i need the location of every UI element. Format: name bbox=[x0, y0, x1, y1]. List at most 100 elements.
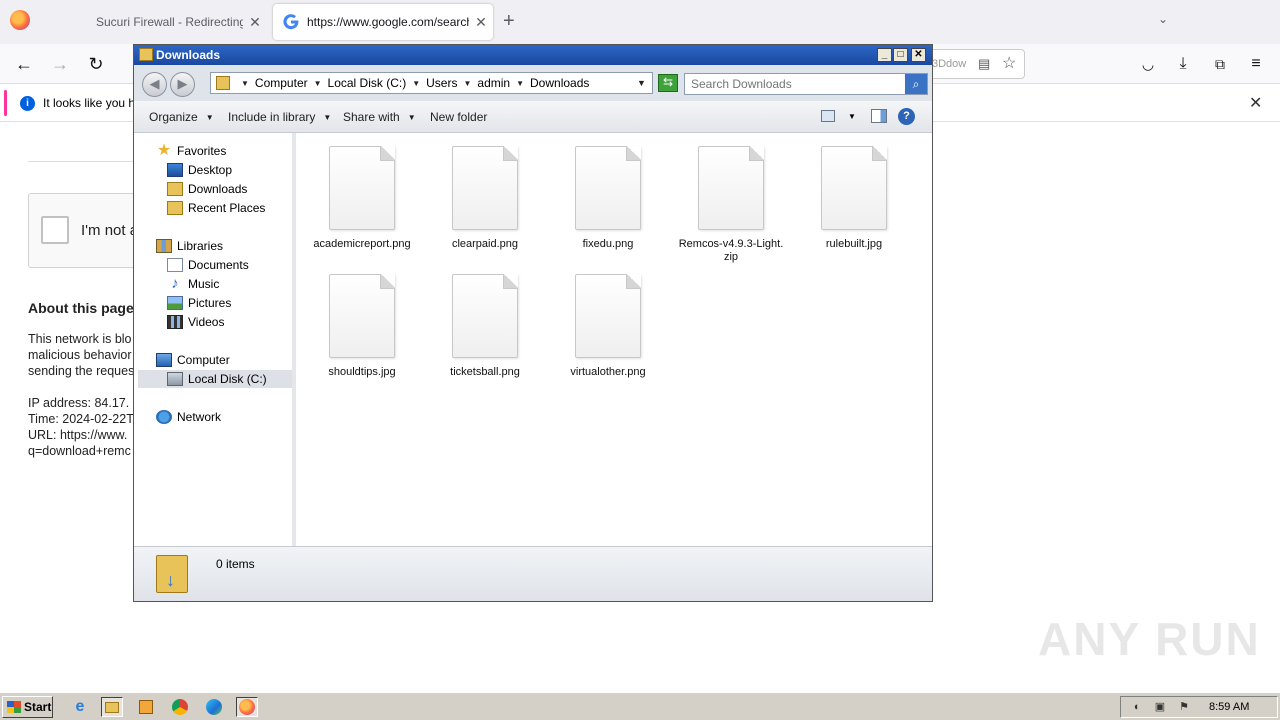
nav-favorites[interactable]: ★ Favorites bbox=[156, 142, 227, 160]
chevron-down-icon[interactable]: ▼ bbox=[241, 79, 249, 88]
menu-icon[interactable]: ≡ bbox=[1245, 53, 1267, 75]
nav-local-disk[interactable]: Local Disk (C:) bbox=[138, 370, 292, 388]
close-button[interactable]: ✕ bbox=[911, 48, 926, 62]
file-item[interactable]: shouldtips.jpg bbox=[307, 274, 417, 379]
nav-label: Favorites bbox=[177, 144, 227, 158]
chrome-icon[interactable] bbox=[169, 697, 191, 717]
maximize-button[interactable]: □ bbox=[893, 48, 908, 62]
refresh-icon[interactable]: ⇆ bbox=[658, 74, 678, 92]
file-item[interactable]: Remcos-v4.9.3-Light.zip bbox=[676, 146, 786, 264]
downloads-icon[interactable]: ⤓ bbox=[1172, 53, 1194, 75]
breadcrumb-computer[interactable]: Computer bbox=[255, 76, 308, 90]
tab-close-icon[interactable]: ✕ bbox=[243, 14, 267, 31]
new-folder-button[interactable]: New folder bbox=[430, 110, 487, 124]
browser-tab-google[interactable]: https://www.google.com/search?c ✕ bbox=[273, 4, 493, 40]
volume-icon[interactable]: ◖ bbox=[1129, 701, 1143, 713]
window-title: Downloads bbox=[156, 48, 221, 62]
file-item[interactable]: academicreport.png bbox=[307, 146, 417, 251]
address-bar[interactable]: ▼ Computer ▼ Local Disk (C:) ▼ Users ▼ a… bbox=[210, 72, 653, 94]
ip-address-line: IP address: 84.17. bbox=[28, 396, 130, 410]
include-in-library-button[interactable]: Include in library ▼ bbox=[228, 110, 331, 124]
reader-view-icon[interactable]: ▤ bbox=[978, 56, 990, 72]
file-item[interactable]: virtualother.png bbox=[553, 274, 663, 379]
nav-documents[interactable]: Documents bbox=[167, 256, 249, 274]
network-tray-icon[interactable]: ▣ bbox=[1153, 701, 1167, 713]
change-view-icon[interactable] bbox=[821, 110, 835, 122]
nav-computer[interactable]: Computer bbox=[156, 351, 230, 369]
google-icon bbox=[283, 14, 299, 30]
nav-videos[interactable]: Videos bbox=[167, 313, 224, 331]
extensions-icon[interactable]: ⧉ bbox=[1209, 53, 1231, 75]
flag-icon[interactable]: ⚑ bbox=[1177, 701, 1191, 713]
breadcrumb-local-disk[interactable]: Local Disk (C:) bbox=[328, 76, 407, 90]
url-line: URL: https://www. bbox=[28, 428, 128, 442]
forward-arrow-icon[interactable]: → bbox=[49, 53, 71, 75]
nav-label: Downloads bbox=[188, 182, 248, 196]
pocket-icon[interactable]: ◡ bbox=[1137, 53, 1159, 75]
nav-music[interactable]: ♪ Music bbox=[167, 275, 219, 293]
minimize-button[interactable]: _ bbox=[877, 48, 892, 62]
browser-tab-sucuri[interactable]: Sucuri Firewall - Redirecting… ✕ bbox=[62, 4, 267, 40]
url-text: 3Ddow bbox=[932, 58, 967, 70]
preview-pane-icon[interactable] bbox=[871, 109, 887, 123]
close-icon[interactable]: ✕ bbox=[1249, 93, 1262, 113]
nav-pictures[interactable]: Pictures bbox=[167, 294, 231, 312]
nav-libraries[interactable]: Libraries bbox=[156, 237, 223, 255]
query-line: q=download+remc bbox=[28, 444, 131, 458]
file-item[interactable]: ticketsball.png bbox=[430, 274, 540, 379]
start-button[interactable]: Start bbox=[2, 696, 53, 718]
nav-label: Pictures bbox=[188, 296, 232, 310]
captcha-checkbox[interactable] bbox=[41, 216, 69, 244]
edge-icon[interactable] bbox=[203, 697, 225, 717]
search-box[interactable]: ⌕ bbox=[684, 73, 928, 95]
forward-button[interactable]: ▶ bbox=[170, 72, 195, 97]
page-text-line: sending the reques bbox=[28, 364, 135, 378]
chevron-down-icon[interactable]: ▼ bbox=[314, 79, 322, 88]
back-button[interactable]: ◀ bbox=[142, 72, 167, 97]
file-item[interactable]: fixedu.png bbox=[553, 146, 663, 251]
tab-favicon bbox=[72, 14, 88, 30]
share-with-button[interactable]: Share with ▼ bbox=[343, 110, 416, 124]
nav-recent-places[interactable]: Recent Places bbox=[167, 199, 265, 217]
reload-icon[interactable]: ↻ bbox=[85, 53, 107, 75]
videos-icon bbox=[167, 315, 183, 329]
media-player-icon[interactable] bbox=[135, 697, 157, 717]
chevron-down-icon[interactable]: ▼ bbox=[516, 79, 524, 88]
chevron-down-icon[interactable]: ⌄ bbox=[1158, 12, 1168, 26]
file-item[interactable]: rulebuilt.jpg bbox=[799, 146, 909, 251]
file-icon bbox=[329, 274, 395, 358]
nav-label: Videos bbox=[188, 315, 225, 329]
help-icon[interactable]: ? bbox=[898, 108, 915, 125]
nav-downloads[interactable]: Downloads bbox=[167, 180, 247, 198]
file-item[interactable]: clearpaid.png bbox=[430, 146, 540, 251]
nav-label: Desktop bbox=[188, 163, 233, 177]
captcha-widget: I'm not a bbox=[28, 193, 148, 268]
chevron-down-icon[interactable]: ▼ bbox=[848, 112, 856, 121]
chevron-down-icon[interactable]: ▼ bbox=[412, 79, 420, 88]
bookmark-star-icon[interactable]: ☆ bbox=[1002, 53, 1016, 73]
page-text-line: This network is blo bbox=[28, 332, 132, 346]
url-bar[interactable]: 3Ddow ▤ ☆ bbox=[925, 49, 1025, 79]
nav-label: Computer bbox=[177, 353, 230, 367]
nav-label: Music bbox=[188, 277, 220, 291]
breadcrumb-users[interactable]: Users bbox=[426, 76, 457, 90]
chevron-down-icon[interactable]: ▼ bbox=[463, 79, 471, 88]
breadcrumb-admin[interactable]: admin bbox=[477, 76, 510, 90]
firefox-taskbar-icon[interactable] bbox=[236, 697, 258, 717]
search-input[interactable] bbox=[685, 74, 905, 94]
explorer-taskbar-icon[interactable] bbox=[101, 697, 123, 717]
item-count: 0 items bbox=[216, 557, 255, 571]
address-dropdown-icon[interactable]: ▼ bbox=[637, 78, 646, 88]
tab-close-icon[interactable]: ✕ bbox=[469, 14, 493, 31]
firefox-icon[interactable] bbox=[10, 10, 30, 30]
organize-button[interactable]: Organize ▼ bbox=[149, 110, 214, 124]
nav-label: Recent Places bbox=[188, 201, 266, 215]
breadcrumb-downloads[interactable]: Downloads bbox=[530, 76, 589, 90]
window-title-bar[interactable]: Downloads _ □ ✕ bbox=[134, 45, 932, 65]
internet-explorer-icon[interactable]: e bbox=[69, 697, 91, 717]
search-icon[interactable]: ⌕ bbox=[905, 74, 927, 94]
new-tab-icon[interactable]: + bbox=[503, 10, 515, 33]
nav-desktop[interactable]: Desktop bbox=[167, 161, 232, 179]
back-arrow-icon[interactable]: ← bbox=[13, 53, 35, 75]
nav-network[interactable]: Network bbox=[156, 408, 221, 426]
